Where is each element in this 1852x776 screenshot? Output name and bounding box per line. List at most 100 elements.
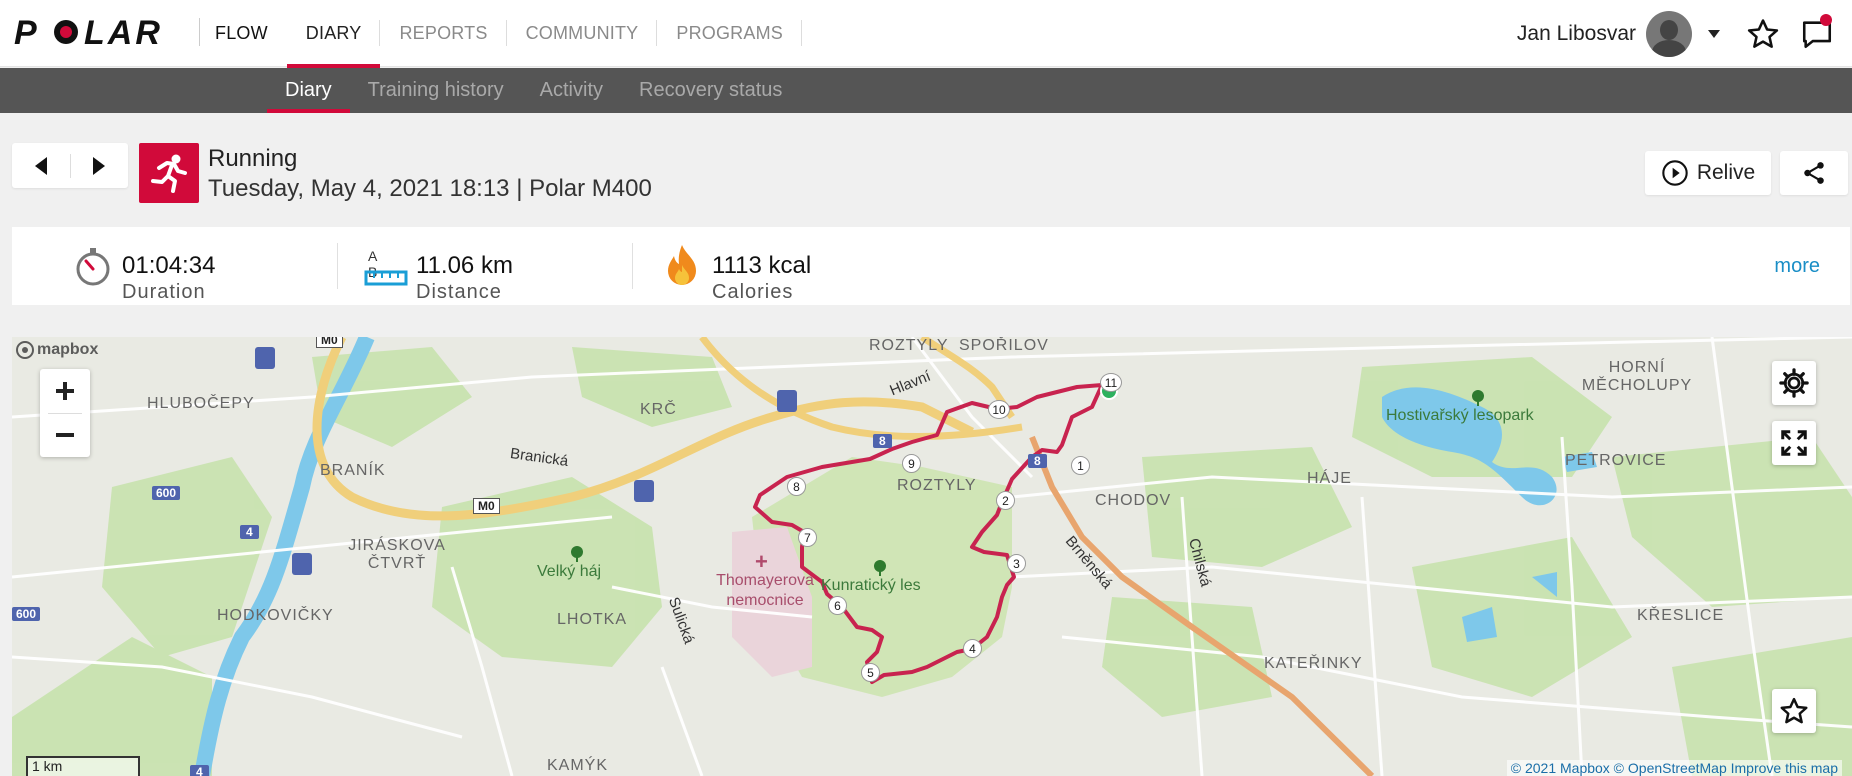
tram-station-icon	[634, 480, 654, 502]
road-shield: 600	[12, 607, 41, 621]
polar-logo[interactable]: P LAR	[14, 14, 184, 48]
tram-station-icon	[255, 347, 275, 369]
calories-stat: 1113 kcal Calories	[664, 239, 811, 303]
km-marker: 3	[1007, 554, 1026, 573]
tram-station-icon	[777, 390, 797, 412]
tab-activity[interactable]: Activity	[522, 68, 621, 113]
nav-item-reports[interactable]: REPORTS	[380, 0, 507, 67]
distance-icon: A B	[364, 244, 408, 288]
route-map[interactable]: HLUBOČEPY BRANÍK KRČ ROZTYLY SPOŘILOV RO…	[12, 337, 1852, 776]
place-label: HODKOVIČKY	[217, 607, 334, 624]
user-menu: Jan Libosvar	[1517, 0, 1852, 67]
tab-recovery-status[interactable]: Recovery status	[621, 68, 800, 113]
place-label: BRANÍK	[320, 462, 386, 479]
place-label: KATEŘINKY	[1264, 655, 1363, 672]
share-button[interactable]	[1780, 151, 1848, 195]
tab-diary[interactable]: Diary	[267, 68, 350, 113]
more-link[interactable]: more	[1774, 255, 1820, 278]
running-icon	[139, 143, 199, 203]
notifications-icon[interactable]	[1800, 13, 1834, 51]
map-settings-button[interactable]	[1772, 361, 1816, 405]
km-marker: 10	[988, 400, 1010, 419]
park-label: Velký háj	[537, 563, 602, 580]
relive-button[interactable]: Relive	[1645, 151, 1771, 195]
nav-item-programs[interactable]: PROGRAMS	[657, 0, 802, 67]
km-marker: 7	[798, 528, 817, 547]
map-favorite-button[interactable]	[1772, 689, 1816, 733]
hospital-label: Thomayerova nemocnice	[716, 572, 814, 609]
star-icon	[1780, 697, 1808, 724]
session-summary: 01:04:34 Duration A B 11.06 km Distance …	[12, 227, 1850, 305]
km-marker: 4	[963, 639, 982, 658]
km-marker: 9	[902, 454, 921, 473]
fullscreen-icon	[1781, 430, 1807, 456]
mapbox-logo[interactable]: mapbox	[16, 341, 98, 359]
distance-label: Distance	[416, 281, 502, 303]
arrow-right-icon	[93, 156, 106, 175]
calories-label: Calories	[712, 281, 794, 303]
fullscreen-button[interactable]	[1772, 421, 1816, 465]
nav-label: REPORTS	[399, 23, 488, 43]
tree-icon	[1472, 390, 1484, 406]
distance-stat: A B 11.06 km Distance	[364, 239, 513, 303]
map-attribution[interactable]: © 2021 Mapbox © OpenStreetMap Improve th…	[1506, 760, 1842, 776]
notification-badge	[1820, 13, 1832, 26]
svg-text:LAR: LAR	[84, 14, 163, 48]
tab-training-history[interactable]: Training history	[350, 68, 522, 113]
place-label: KRČ	[640, 401, 677, 418]
nav-label: FLOW	[215, 23, 268, 43]
road-shield: 4	[240, 525, 259, 539]
road-shield: M0	[316, 337, 343, 348]
nav-label: DIARY	[305, 23, 362, 43]
km-marker: 1	[1071, 456, 1090, 475]
previous-session-button[interactable]	[12, 143, 70, 188]
sub-navigation: Diary Training history Activity Recovery…	[0, 68, 1852, 113]
km-marker: 8	[787, 477, 806, 496]
tab-label: Training history	[367, 79, 504, 101]
avatar[interactable]	[1646, 10, 1692, 57]
km-marker: 5	[861, 663, 880, 682]
zoom-in-button[interactable]	[40, 369, 90, 413]
chevron-down-icon[interactable]	[1708, 29, 1720, 38]
place-label: LHOTKA	[557, 611, 628, 628]
favorites-star-icon[interactable]	[1746, 17, 1780, 51]
place-label: SPOŘILOV	[959, 337, 1049, 354]
duration-value: 01:04:34	[122, 252, 216, 279]
mapbox-label: mapbox	[37, 341, 99, 358]
place-label: PETROVICE	[1565, 452, 1667, 469]
zoom-control	[40, 369, 90, 457]
next-session-button[interactable]	[70, 143, 128, 188]
gear-icon	[1779, 368, 1809, 398]
place-label: ROZTYLY	[869, 337, 949, 354]
tab-label: Recovery status	[639, 79, 783, 101]
road-shield: 4	[190, 765, 209, 776]
duration-label: Duration	[122, 281, 206, 303]
svg-text:P: P	[14, 14, 40, 48]
share-icon	[1804, 162, 1824, 184]
main-nav: FLOW DIARY REPORTS COMMUNITY PROGRAMS	[196, 0, 802, 68]
flame-icon	[668, 245, 696, 285]
road-shield: M0	[473, 498, 500, 514]
km-marker: 2	[996, 491, 1015, 510]
tab-label: Activity	[539, 79, 603, 101]
km-marker: 6	[828, 596, 847, 615]
session-navigation	[12, 143, 128, 188]
minus-icon	[56, 433, 74, 437]
duration-stat: 01:04:34 Duration	[72, 239, 216, 303]
place-label: KAMÝK	[547, 757, 609, 774]
stopwatch-icon	[76, 248, 110, 286]
plus-icon	[56, 382, 74, 400]
session-date-device: Tuesday, May 4, 2021 18:13 | Polar M400	[208, 175, 652, 202]
park-label: Hostivařský lesopark	[1386, 407, 1534, 424]
map-scale: 1 km	[26, 756, 140, 776]
zoom-out-button[interactable]	[40, 413, 90, 457]
nav-item-diary[interactable]: DIARY	[286, 0, 381, 68]
place-label: CHODOV	[1095, 492, 1172, 509]
distance-value: 11.06 km	[416, 252, 513, 279]
tab-label: Diary	[285, 79, 332, 101]
nav-item-community[interactable]: COMMUNITY	[507, 0, 658, 67]
nav-item-flow[interactable]: FLOW	[196, 0, 287, 67]
nav-label: COMMUNITY	[525, 23, 639, 43]
user-name[interactable]: Jan Libosvar	[1517, 22, 1636, 46]
arrow-left-icon	[34, 156, 47, 175]
